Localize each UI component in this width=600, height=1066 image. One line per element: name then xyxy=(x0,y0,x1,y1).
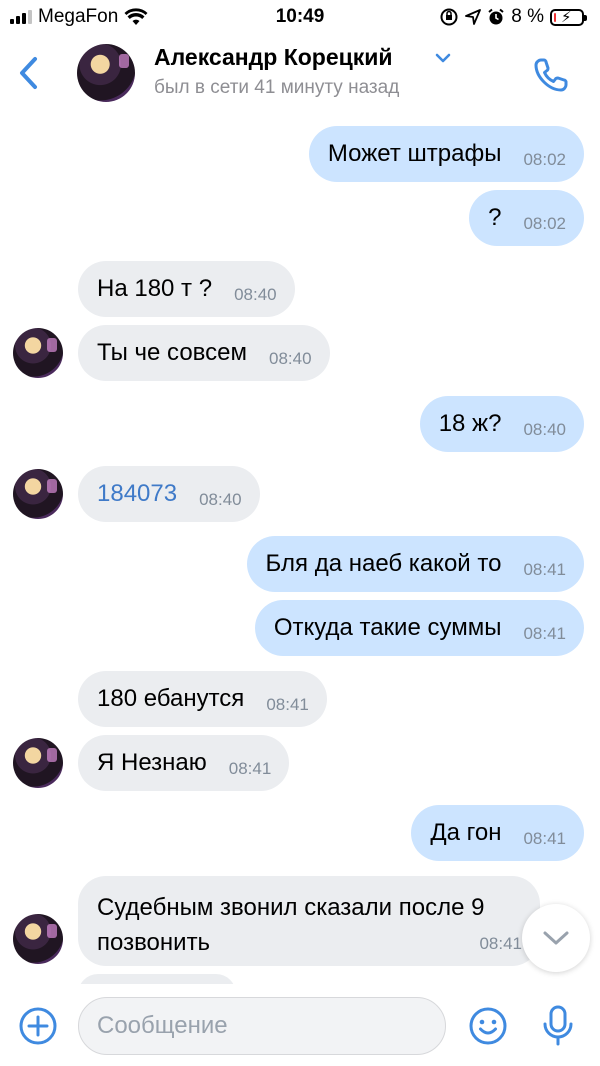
message-bubble[interactable]: ? 08:02 xyxy=(469,190,584,246)
incoming-message: Ты че совсем 08:40 xyxy=(0,325,600,381)
message-time: 08:40 xyxy=(269,349,312,368)
emoji-icon[interactable] xyxy=(468,1006,508,1046)
message-time: 08:02 xyxy=(523,214,566,233)
message-time: 08:41 xyxy=(266,695,309,714)
message-bubble[interactable]: Да гон 08:41 xyxy=(411,805,584,861)
message-text: Ты че совсем xyxy=(97,339,247,366)
message-bubble[interactable]: На 180 т ? 08:40 xyxy=(78,261,295,317)
message-time: 08:40 xyxy=(199,490,242,509)
alarm-icon xyxy=(488,8,504,25)
message-time: 08:02 xyxy=(523,150,566,169)
chevron-down-icon xyxy=(543,931,569,945)
battery-percent: 8 % xyxy=(511,6,544,27)
add-attachment-icon[interactable] xyxy=(18,1006,58,1046)
message-bubble[interactable]: Судебным звонил сказали после 9 позвонит… xyxy=(78,876,540,966)
message-input[interactable]: Сообщение xyxy=(78,997,446,1055)
message-time: 08:41 xyxy=(523,560,566,579)
back-chevron-icon[interactable] xyxy=(16,56,42,90)
message-text: Может штрафы xyxy=(327,140,502,167)
message-text: Бля да наеб какой то xyxy=(265,550,502,577)
microphone-icon[interactable] xyxy=(538,1004,578,1048)
sender-avatar[interactable] xyxy=(13,914,63,964)
message-bubble[interactable]: 180 ебанутся 08:41 xyxy=(78,671,327,727)
incoming-message: Я Незнаю 08:41 xyxy=(0,735,600,791)
message-text: Судебным звонил сказали после 9 позвонит… xyxy=(97,894,485,956)
message-text: Откуда такие суммы xyxy=(273,614,502,641)
incoming-message: 184073 08:40 xyxy=(0,466,600,522)
message-time: 08:41 xyxy=(228,759,272,778)
message-text: 180 ебанутся xyxy=(97,685,245,712)
contact-avatar[interactable] xyxy=(77,44,135,102)
incoming-message: На 180 т ? 08:40 xyxy=(0,261,600,317)
message-time: 08:40 xyxy=(523,420,566,439)
message-bubble[interactable]: 18 ж? 08:40 xyxy=(419,396,584,452)
message-bubble[interactable]: Откуда такие суммы 08:41 xyxy=(254,600,584,656)
message-link[interactable]: 184073 xyxy=(97,480,177,508)
phone-icon[interactable] xyxy=(532,56,570,94)
contact-last-seen: был в сети 41 минуту назад xyxy=(154,77,400,98)
message-bubble[interactable]: 184073 08:40 xyxy=(78,466,260,522)
contact-name[interactable]: Александр Корецкий xyxy=(154,44,393,71)
message-text: 18 ж? xyxy=(438,410,502,437)
chevron-down-icon[interactable] xyxy=(434,52,452,64)
message-bubble[interactable]: Может штрафы 08:02 xyxy=(308,126,584,182)
message-composer: Сообщение xyxy=(0,984,600,1066)
message-bubble[interactable]: Я Незнаю 08:41 xyxy=(78,735,290,791)
message-time: 08:41 xyxy=(479,934,522,953)
location-arrow-icon xyxy=(465,9,482,25)
sender-avatar[interactable] xyxy=(13,738,63,788)
battery-icon: ⚡ xyxy=(550,8,587,26)
outgoing-message: Бля да наеб какой то 08:41 xyxy=(0,536,600,592)
message-text: На 180 т ? xyxy=(97,275,213,302)
outgoing-message: Может штрафы 08:02 xyxy=(0,126,600,182)
chat-header: Александр Корецкий был в сети 41 минуту … xyxy=(0,34,600,116)
sender-avatar[interactable] xyxy=(13,328,63,378)
message-list[interactable]: Может штрафы 08:02? 08:02 На 180 т ? 08:40 Ты… xyxy=(0,116,600,984)
outgoing-message: ? 08:02 xyxy=(0,190,600,246)
message-time: 08:40 xyxy=(234,285,277,304)
message-time: 08:41 xyxy=(523,624,566,643)
message-text: Я Незнаю xyxy=(97,749,207,776)
incoming-message: Судебным звонил сказали после 9 позвонит… xyxy=(0,876,600,966)
scroll-to-bottom-button[interactable] xyxy=(522,904,590,972)
status-bar: MegaFon 10:49 8 % ⚡ xyxy=(0,0,600,34)
outgoing-message: Откуда такие суммы 08:41 xyxy=(0,600,600,656)
screen-rotation-lock-icon xyxy=(440,8,458,26)
message-bubble-partial[interactable] xyxy=(78,974,236,984)
incoming-message: 180 ебанутся 08:41 xyxy=(0,671,600,727)
message-text: Да гон xyxy=(430,819,502,846)
message-bubble[interactable]: Бля да наеб какой то 08:41 xyxy=(246,536,584,592)
outgoing-message: 18 ж? 08:40 xyxy=(0,396,600,452)
outgoing-message: Да гон 08:41 xyxy=(0,805,600,861)
message-time: 08:41 xyxy=(523,829,566,848)
sender-avatar[interactable] xyxy=(13,469,63,519)
message-bubble[interactable]: Ты че совсем 08:40 xyxy=(78,325,330,381)
message-text: ? xyxy=(488,204,502,231)
